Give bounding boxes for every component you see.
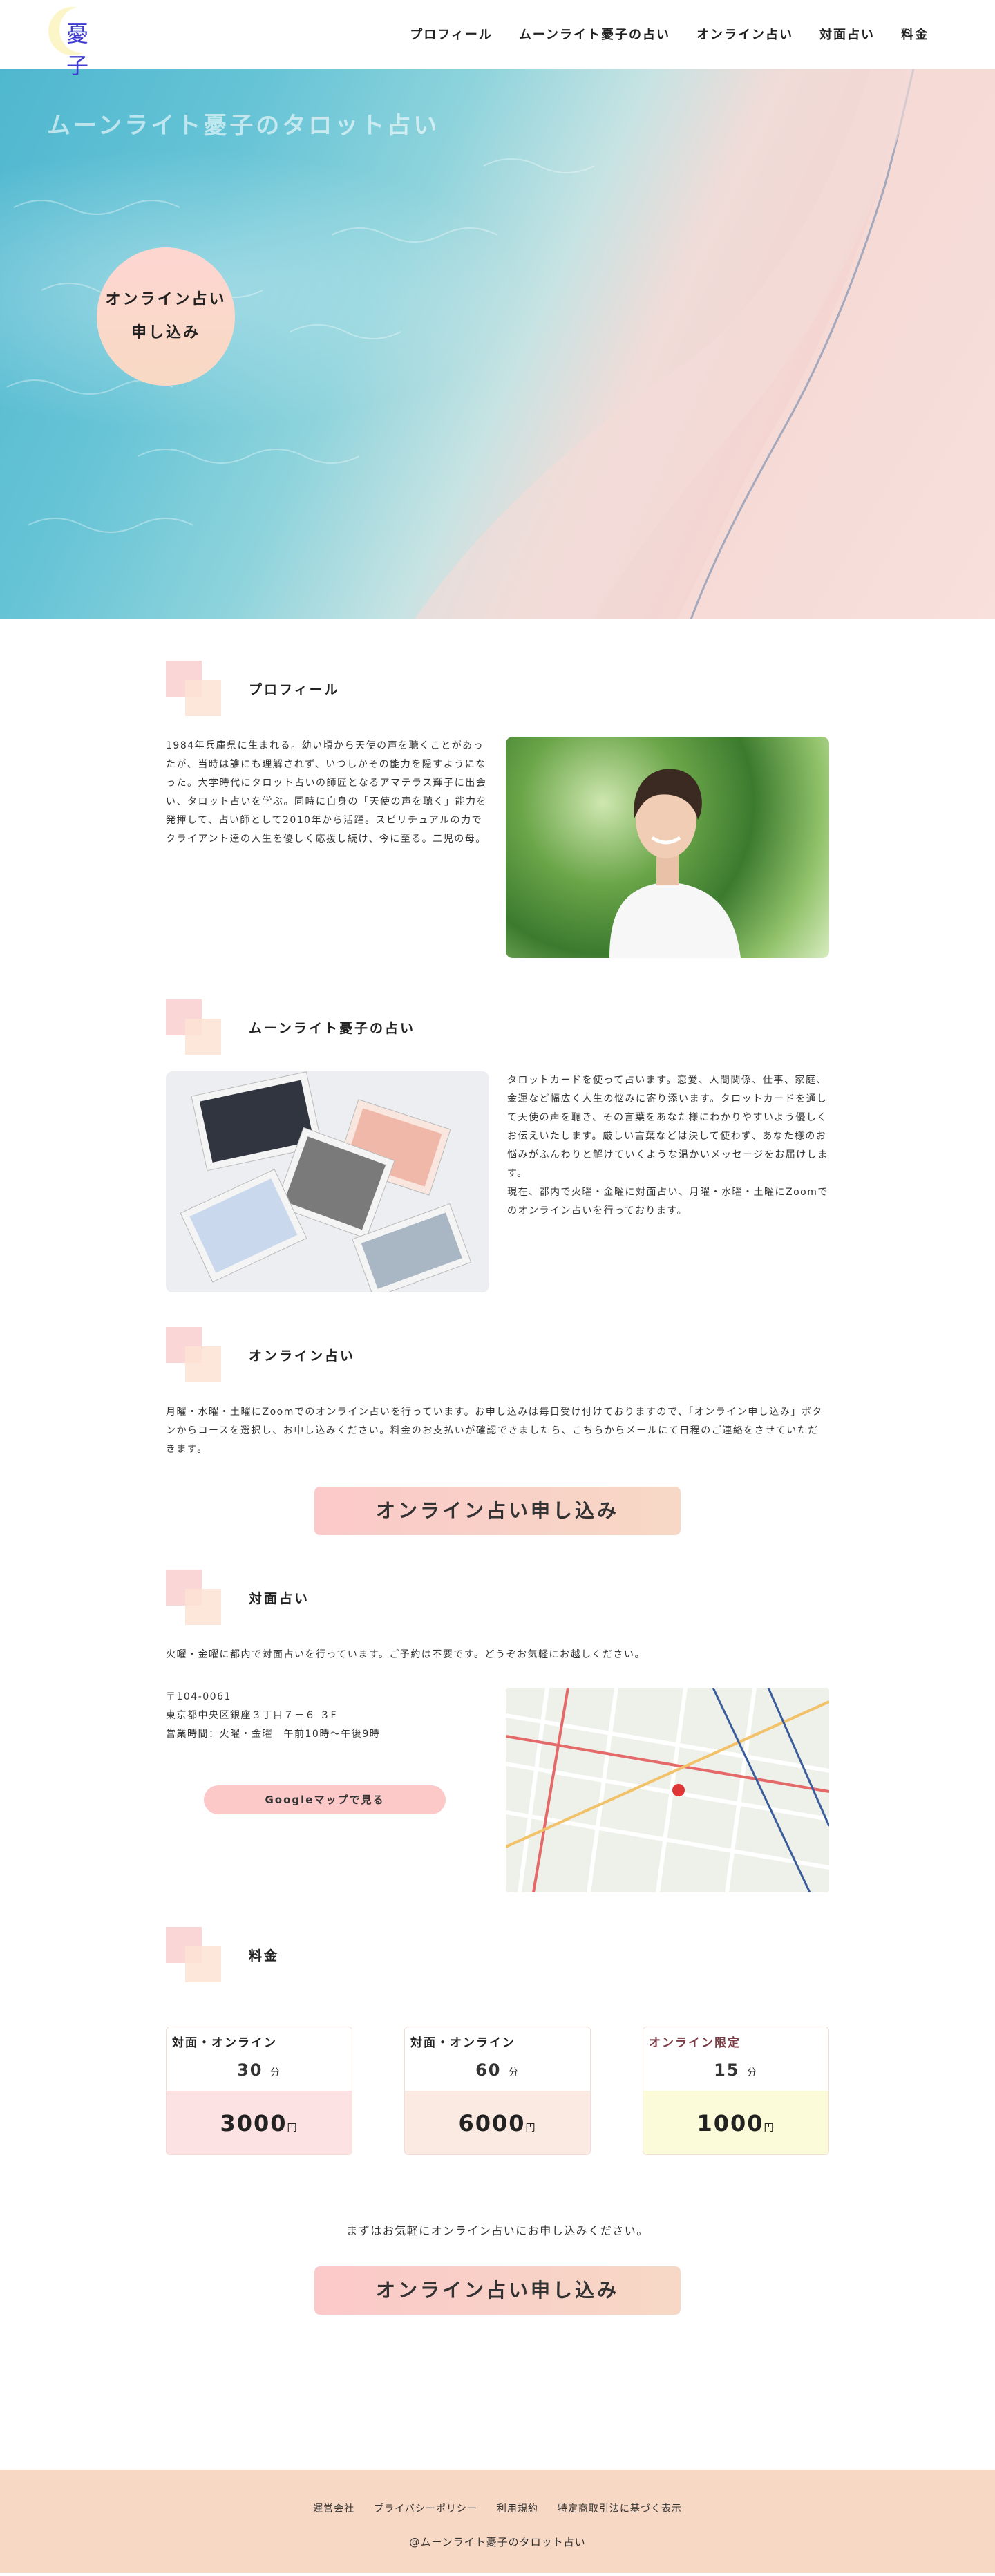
nav-item-reading[interactable]: ムーンライト憂子の占い (519, 25, 670, 43)
site-footer: 運営会社 プライバシーポリシー 利用規約 特定商取引法に基づく表示 @ムーンライ… (0, 2470, 995, 2573)
plan-duration: 30 分 (237, 2060, 281, 2080)
online-text: 月曜・水曜・土曜にZoomでのオンライン占いを行っています。お申し込みは毎日受け… (166, 1407, 823, 1455)
plan-price: 3000円 (167, 2091, 352, 2154)
nav-item-inperson[interactable]: 対面占い (819, 25, 875, 43)
nav-item-profile[interactable]: プロフィール (410, 25, 493, 43)
address: 東京都中央区銀座３丁目７－６ ３F (166, 1710, 338, 1721)
price-card: オンライン限定 15 分 1000円 (643, 2027, 829, 2155)
inperson-title: 対面占い (249, 1590, 310, 1606)
postal-code: 〒104-0061 (166, 1691, 231, 1702)
plan-label: オンライン限定 (649, 2036, 741, 2050)
footer-link-terms[interactable]: 利用規約 (497, 2501, 538, 2515)
online-title: オンライン占い (249, 1348, 356, 1364)
reading-section: ムーンライト憂子の占い タロットカードを使って占います。恋愛、人間関係、仕事、家… (166, 993, 829, 1292)
heading-decoration (166, 661, 221, 716)
hero-title: ムーンライト憂子のタロット占い (47, 112, 440, 140)
nav-item-online[interactable]: オンライン占い (696, 25, 793, 43)
section-heading: ムーンライト憂子の占い (166, 993, 829, 1062)
hero-cta-line2: 申し込み (131, 324, 200, 341)
footer-links: 運営会社 プライバシーポリシー 利用規約 特定商取引法に基づく表示 (0, 2470, 995, 2515)
footer-link-privacy[interactable]: プライバシーポリシー (374, 2501, 477, 2515)
pricing-section: 料金 対面・オンライン 30 分 3000円 対面・オンライン 60 分 600… (166, 1920, 829, 2315)
copyright: @ムーンライト憂子のタロット占い (409, 2536, 586, 2548)
reading-schedule-text: 現在、都内で火曜・金曜に対面占い、月曜・水曜・土曜にZoomでのオンライン占いを… (507, 1187, 828, 1216)
hero-cta-line1: オンライン占い (105, 291, 227, 308)
reading-text: タロットカードを使って占います。恋愛、人間関係、仕事、家庭、金運など幅広く人生の… (507, 1075, 828, 1179)
tarot-cards-photo (166, 1071, 489, 1292)
business-hours: 営業時間：火曜・金曜 午前10時〜午後9時 (166, 1729, 381, 1740)
section-heading: 対面占い (166, 1563, 829, 1632)
online-section: オンライン占い 月曜・水曜・土曜にZoomでのオンライン占いを行っています。お申… (166, 1320, 829, 1535)
section-heading: 料金 (166, 1920, 829, 1989)
pricing-title: 料金 (249, 1948, 280, 1964)
footer-link-company[interactable]: 運営会社 (313, 2501, 354, 2515)
plan-label: 対面・オンライン (410, 2036, 515, 2050)
online-apply-button[interactable]: オンライン占い申し込み (314, 1487, 681, 1535)
pricing-apply-button[interactable]: オンライン占い申し込み (314, 2266, 681, 2315)
google-maps-button[interactable]: Googleマップで見る (204, 1785, 446, 1814)
price-list: 対面・オンライン 30 分 3000円 対面・オンライン 60 分 6000円 … (166, 2027, 829, 2155)
footer-link-commerce[interactable]: 特定商取引法に基づく表示 (558, 2501, 682, 2515)
main-nav: プロフィール ムーンライト憂子の占い オンライン占い 対面占い 料金 (383, 25, 929, 43)
reading-title: ムーンライト憂子の占い (249, 1020, 416, 1036)
hero-online-apply-button[interactable]: オンライン占い 申し込み (97, 247, 235, 386)
plan-duration: 15 分 (714, 2060, 758, 2080)
heading-decoration (166, 1570, 221, 1625)
heading-decoration (166, 999, 221, 1055)
profile-text: 1984年兵庫県に生まれる。幼い頃から天使の声を聴くことがあったが、当時は誰にも… (166, 740, 487, 845)
profile-photo (506, 737, 829, 958)
logo-text: 憂子 (66, 21, 90, 79)
site-header: 憂子 プロフィール ムーンライト憂子の占い オンライン占い 対面占い 料金 (0, 0, 995, 79)
heading-decoration (166, 1927, 221, 1982)
nav-item-pricing[interactable]: 料金 (901, 25, 929, 43)
price-card: 対面・オンライン 30 分 3000円 (166, 2027, 352, 2155)
section-heading: プロフィール (166, 654, 829, 723)
plan-price: 6000円 (405, 2091, 590, 2154)
plan-price: 1000円 (643, 2091, 828, 2154)
profile-title: プロフィール (249, 681, 340, 697)
pricing-note: まずはお気軽にオンライン占いにお申し込みください。 (346, 2224, 649, 2237)
inperson-text: 火曜・金曜に都内で対面占いを行っています。ご予約は不要です。どうぞお気軽にお越し… (166, 1649, 645, 1660)
profile-section: プロフィール 1984年兵庫県に生まれる。幼い頃から天使の声を聴くことがあったが… (166, 654, 829, 958)
price-card: 対面・オンライン 60 分 6000円 (404, 2027, 591, 2155)
site-logo[interactable]: 憂子 (48, 7, 111, 79)
map-image[interactable] (506, 1688, 829, 1892)
plan-label: 対面・オンライン (172, 2036, 277, 2050)
heading-decoration (166, 1327, 221, 1382)
plan-duration: 60 分 (475, 2060, 520, 2080)
hero-banner: ムーンライト憂子のタロット占い オンライン占い 申し込み (0, 69, 995, 619)
section-heading: オンライン占い (166, 1320, 829, 1389)
inperson-section: 対面占い 火曜・金曜に都内で対面占いを行っています。ご予約は不要です。どうぞお気… (166, 1563, 829, 1892)
